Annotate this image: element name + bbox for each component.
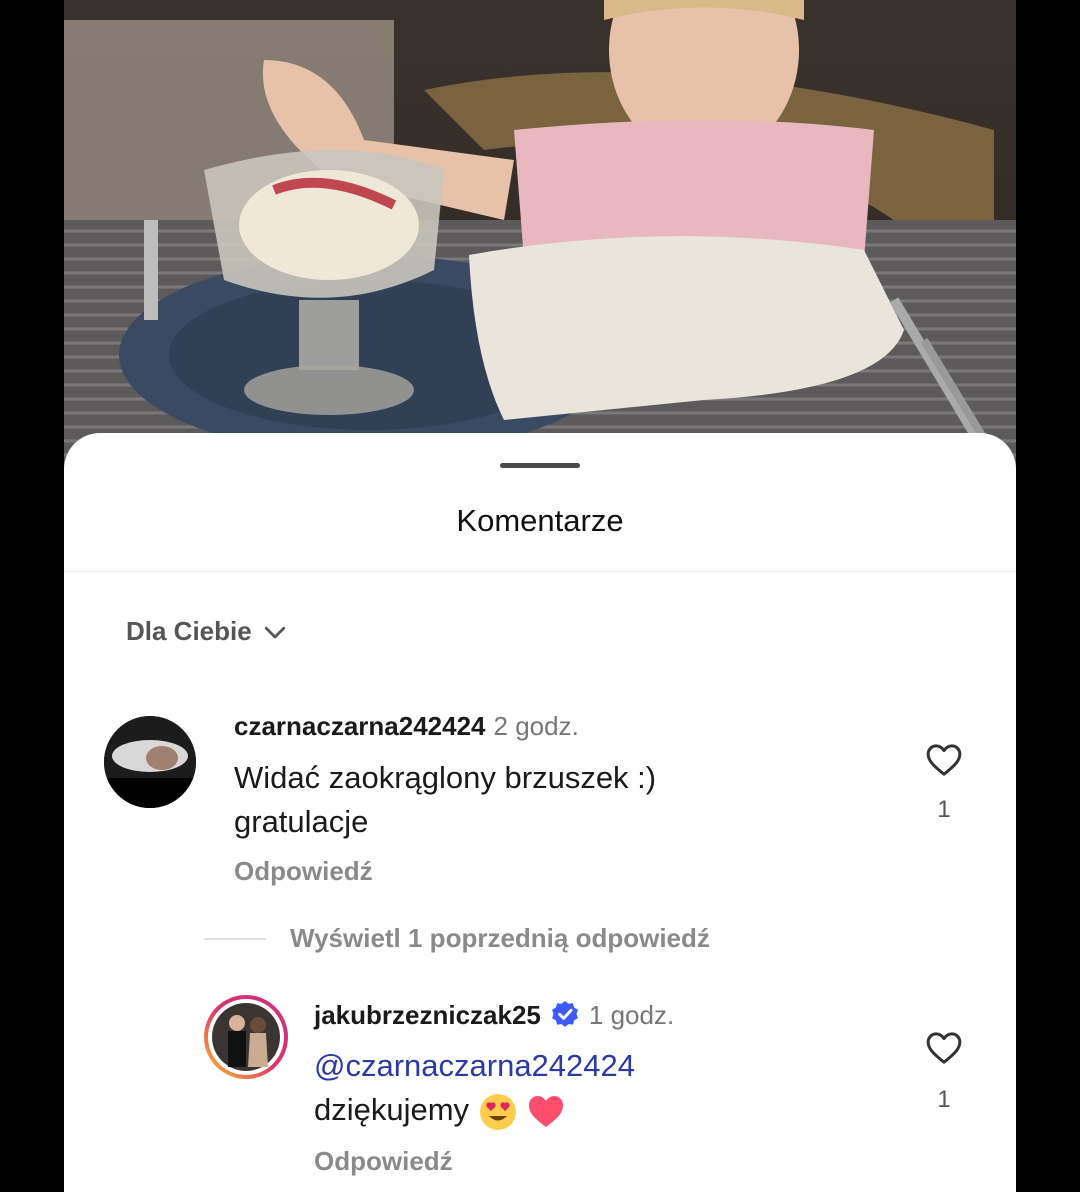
mention-link[interactable]: @czarnaczarna242424	[314, 1044, 635, 1088]
header-divider	[64, 571, 1016, 572]
avatar[interactable]	[104, 716, 196, 808]
heart-icon[interactable]	[924, 1028, 964, 1068]
view-replies-label: Wyświetl 1 poprzednią odpowiedź	[290, 923, 710, 953]
avatar[interactable]	[204, 995, 288, 1079]
reply-username[interactable]: jakubrzezniczak25	[314, 1000, 541, 1031]
red-heart-emoji-icon	[529, 1095, 564, 1127]
app-frame: Komentarze Dla Ciebie czarnaczarna242424…	[64, 0, 1016, 1192]
comment-time: 2 godz.	[493, 711, 579, 741]
reply-text-content: dziękujemy	[314, 1092, 470, 1127]
reply-item: jakubrzezniczak25 1 godz. @czarnaczarna2…	[64, 993, 1016, 1192]
reply-button[interactable]: Odpowiedź	[314, 1146, 453, 1177]
chevron-down-icon	[264, 626, 285, 638]
comment-text: Widać zaokrąglony brzuszek :) gratulacje	[234, 756, 656, 844]
comment-text-line: gratulacje	[234, 804, 369, 839]
sort-label: Dla Ciebie	[126, 616, 252, 646]
verified-badge-icon	[551, 1001, 578, 1027]
comment-text-line: Widać zaokrąglony brzuszek :)	[234, 760, 657, 795]
sheet-drag-handle[interactable]	[500, 463, 580, 468]
sort-dropdown[interactable]: Dla Ciebie	[126, 616, 290, 647]
reply-time: 1 godz.	[588, 999, 675, 1030]
heart-icon[interactable]	[924, 740, 964, 780]
comments-sheet: Komentarze Dla Ciebie czarnaczarna242424…	[64, 433, 1016, 1192]
reply-button[interactable]: Odpowiedź	[234, 856, 373, 887]
sheet-title: Komentarze	[456, 503, 624, 538]
reply-text: @czarnaczarna242424 dziękujemy	[314, 1044, 635, 1132]
view-replies-button[interactable]: Wyświetl 1 poprzednią odpowiedź	[204, 923, 710, 954]
comment-item: czarnaczarna242424 2 godz. Widać zaokrąg…	[64, 703, 1016, 903]
heart-eyes-emoji-icon	[479, 1093, 516, 1130]
like-count: 1	[937, 1086, 951, 1113]
thread-line	[204, 937, 266, 940]
comment-username[interactable]: czarnaczarna242424	[234, 711, 486, 742]
like-count: 1	[937, 796, 951, 823]
reply-text-line: dziękujemy	[314, 1088, 635, 1132]
